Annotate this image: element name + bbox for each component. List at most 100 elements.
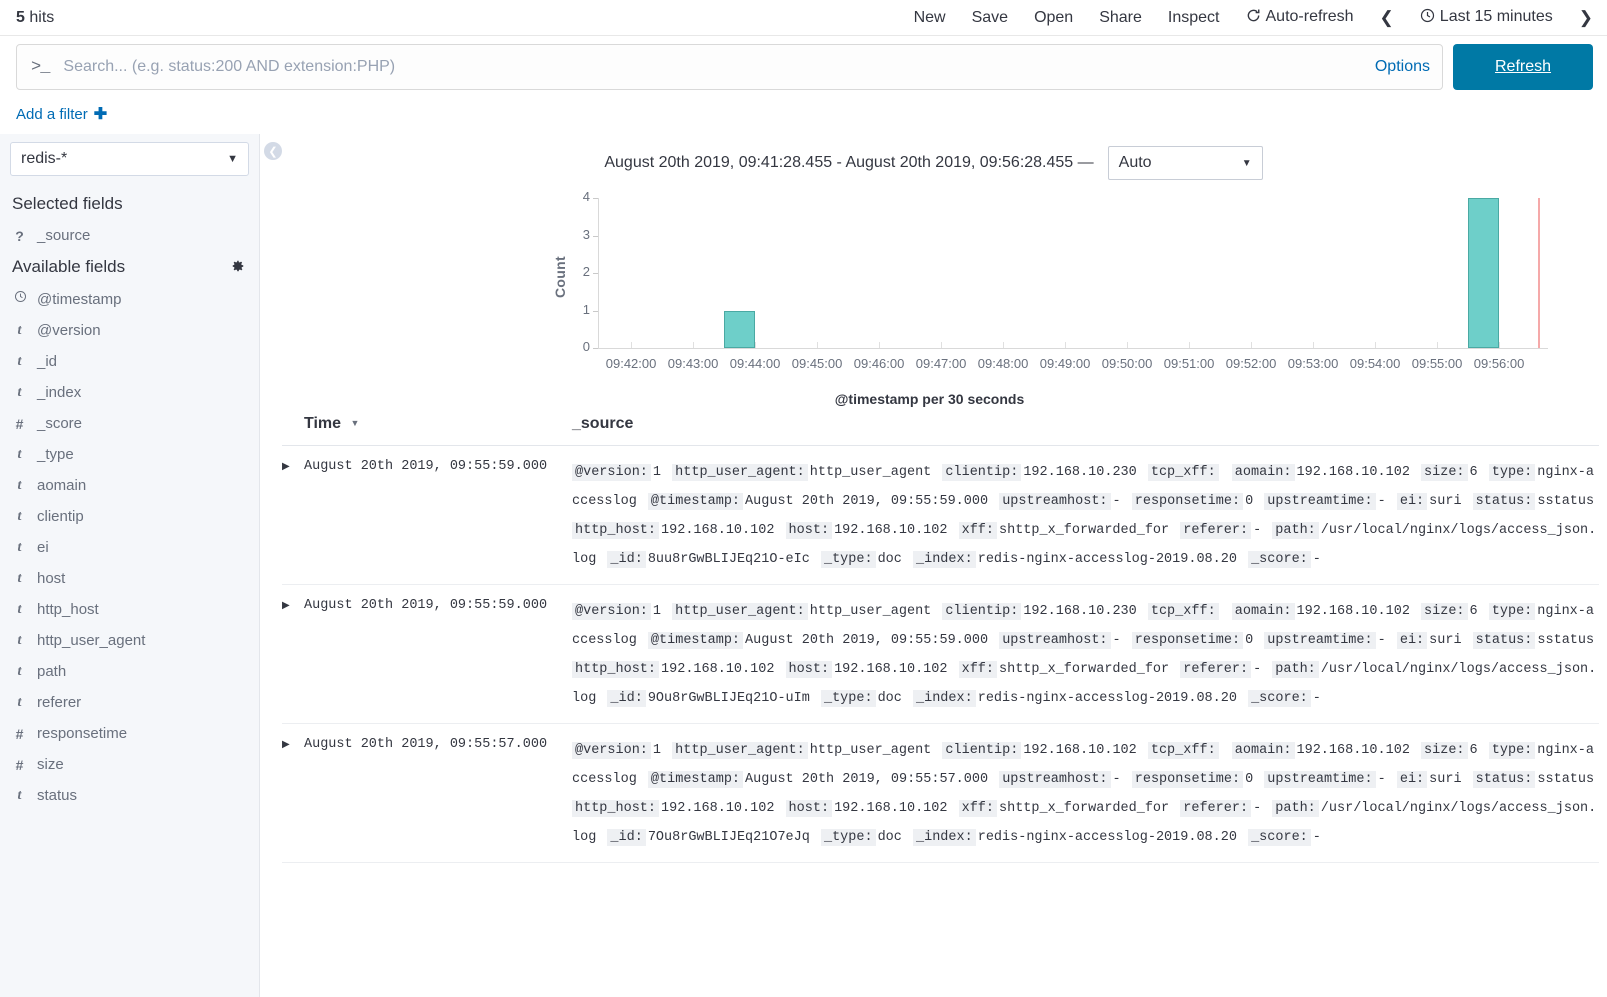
field-type-string-icon: t	[17, 632, 22, 648]
search-input[interactable]: >_ Search... (e.g. status:200 AND extens…	[16, 44, 1443, 90]
source-field-value: 0	[1245, 633, 1254, 648]
options-link[interactable]: Options	[1365, 58, 1430, 76]
field-item-http_host[interactable]: t http_host	[0, 594, 259, 625]
field-item-ei[interactable]: t ei	[0, 532, 259, 563]
chart-time-range: August 20th 2019, 09:41:28.455 - August …	[604, 154, 1094, 171]
field-item-@timestamp[interactable]: @timestamp	[0, 283, 259, 315]
field-item-size[interactable]: # size	[0, 749, 259, 780]
refresh-icon	[1246, 8, 1261, 28]
field-item-_index[interactable]: t _index	[0, 377, 259, 408]
chevron-down-icon: ▼	[1241, 157, 1252, 169]
source-field-value: shttp_x_forwarded_for	[999, 662, 1170, 677]
source-field-key: _index:	[913, 690, 976, 707]
source-field-key: http_host:	[572, 661, 660, 678]
column-label: _source	[572, 415, 634, 432]
field-type-string-icon: t	[17, 353, 22, 369]
y-axis-tick: 4	[582, 189, 590, 204]
source-field-key: _id:	[607, 829, 646, 846]
chart-x-axis-label: @timestamp per 30 seconds	[834, 391, 1025, 407]
field-item-_source[interactable]: ? _source	[0, 220, 259, 251]
field-item-_id[interactable]: t _id	[0, 346, 259, 377]
source-field-key: responsetime:	[1131, 493, 1244, 510]
source-field-value: -	[1312, 691, 1321, 706]
caret-down-icon: ▼	[350, 418, 360, 428]
source-field-key: upstreamtime:	[1264, 493, 1376, 510]
source-field-key: xff:	[958, 522, 997, 539]
source-field-key: tcp_xff:	[1147, 742, 1219, 759]
source-field-key: xff:	[958, 800, 997, 817]
add-filter-label: Add a filter	[16, 105, 88, 123]
histogram-bar[interactable]	[1468, 198, 1500, 348]
x-axis-tick: 09:47:00	[915, 356, 967, 371]
histogram-bar[interactable]	[724, 310, 756, 348]
source-field-value: 6	[1469, 743, 1478, 758]
search-input-placeholder: Search... (e.g. status:200 AND extension…	[63, 58, 396, 75]
source-field-key: type:	[1488, 603, 1536, 620]
source-field-key: @version:	[572, 603, 651, 620]
source-field-key: upstreamhost:	[999, 771, 1111, 788]
source-field-key: upstreamhost:	[999, 632, 1111, 649]
field-label: ei	[37, 539, 49, 556]
time-prev-button[interactable]: ❮	[1380, 8, 1394, 28]
field-sidebar: redis-* ▼ Selected fields ? _source Avai…	[0, 134, 260, 997]
share-button[interactable]: Share	[1099, 9, 1142, 27]
field-item-http_user_agent[interactable]: t http_user_agent	[0, 625, 259, 656]
column-header-time[interactable]: Time ▼	[282, 415, 572, 433]
top-nav: New Save Open Share Inspect Auto-refresh…	[914, 8, 1593, 28]
table-row[interactable]: ▶ August 20th 2019, 09:55:57.000 @versio…	[282, 724, 1599, 863]
field-item-aomain[interactable]: t aomain	[0, 470, 259, 501]
field-item-clientip[interactable]: t clientip	[0, 501, 259, 532]
field-item-_type[interactable]: t _type	[0, 439, 259, 470]
time-picker-label: Last 15 minutes	[1439, 7, 1553, 25]
x-axis-tick: 09:42:00	[605, 356, 657, 371]
open-button[interactable]: Open	[1034, 9, 1073, 27]
source-field-key: tcp_xff:	[1147, 603, 1219, 620]
collapse-left-icon[interactable]: ❮	[264, 142, 282, 160]
source-field-value: August 20th 2019, 09:55:59.000	[745, 633, 989, 648]
field-item-@version[interactable]: t @version	[0, 315, 259, 346]
field-item-host[interactable]: t host	[0, 563, 259, 594]
gear-icon[interactable]	[231, 259, 245, 276]
source-field-key: clientip:	[942, 742, 1022, 759]
table-row[interactable]: ▶ August 20th 2019, 09:55:59.000 @versio…	[282, 585, 1599, 724]
source-field-value: -	[1312, 552, 1321, 567]
source-field-value: 1	[652, 604, 662, 619]
available-fields-header: Available fields	[0, 251, 259, 283]
caret-right-icon[interactable]: ▶	[282, 458, 304, 574]
refresh-button[interactable]: Refresh	[1453, 44, 1593, 90]
source-field-key: size:	[1421, 742, 1468, 759]
source-field-value: doc	[877, 830, 902, 845]
field-item-status[interactable]: t status	[0, 780, 259, 811]
time-picker-button[interactable]: Last 15 minutes	[1420, 8, 1553, 28]
top-toolbar: 5 hits New Save Open Share Inspect Auto-…	[0, 0, 1607, 36]
source-field-key: _index:	[913, 551, 976, 568]
index-pattern-select[interactable]: redis-* ▼	[10, 142, 249, 176]
field-item-_score[interactable]: # _score	[0, 408, 259, 439]
auto-refresh-button[interactable]: Auto-refresh	[1246, 8, 1354, 28]
field-item-referer[interactable]: t referer	[0, 687, 259, 718]
save-button[interactable]: Save	[972, 9, 1008, 27]
caret-right-icon[interactable]: ▶	[282, 736, 304, 852]
source-field-key: _score:	[1248, 690, 1311, 707]
add-filter-button[interactable]: Add a filter ✚	[16, 104, 107, 124]
source-field-key: path:	[1272, 800, 1319, 817]
inspect-button[interactable]: Inspect	[1168, 9, 1220, 27]
column-header-source[interactable]: _source	[572, 415, 633, 433]
field-item-path[interactable]: t path	[0, 656, 259, 687]
source-field-value	[1219, 743, 1224, 758]
source-field-key: host:	[785, 522, 833, 539]
caret-right-icon[interactable]: ▶	[282, 597, 304, 713]
new-button[interactable]: New	[914, 9, 946, 27]
source-field-value: 0	[1245, 772, 1254, 787]
cell-source: @version: 1 http_user_agent: http_user_age…	[572, 736, 1599, 852]
field-type-string-icon: t	[17, 322, 22, 338]
time-next-button[interactable]: ❯	[1579, 8, 1593, 28]
interval-select[interactable]: Auto ▼	[1107, 146, 1263, 180]
field-type-string-icon: t	[17, 570, 22, 586]
source-field-value: 8uu8rGwBLIJEq21O-eIc	[647, 552, 810, 567]
histogram-chart[interactable]: Count 0 1 2 3 4 09:42:00 09:43:00 09:44:00 09:45…	[260, 186, 1599, 407]
source-field-value: 7Ou8rGwBLIJEq21O7eJq	[647, 830, 810, 845]
source-field-key: @version:	[572, 742, 651, 759]
table-row[interactable]: ▶ August 20th 2019, 09:55:59.000 @versio…	[282, 446, 1599, 585]
field-item-responsetime[interactable]: # responsetime	[0, 718, 259, 749]
